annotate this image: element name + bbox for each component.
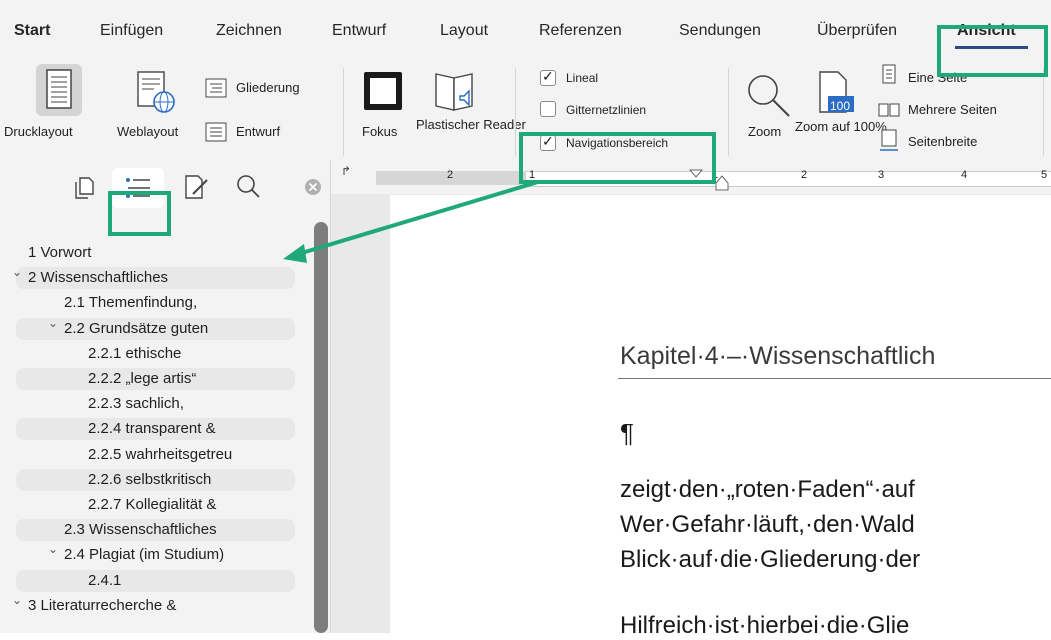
drucklayout-label: Drucklayout <box>4 124 73 139</box>
edit-icon[interactable] <box>183 174 209 200</box>
separator <box>515 68 516 156</box>
outline-item[interactable]: 2.2.2 „lege artis“ <box>88 368 196 390</box>
tab-entwurf[interactable]: Entwurf <box>332 22 386 40</box>
outline-item[interactable]: 2.2.7 Kollegialität & <box>88 494 216 516</box>
draft-view-icon[interactable] <box>205 122 227 142</box>
zoom-100-button[interactable]: Zoom auf 100% <box>795 119 887 134</box>
outline-item[interactable]: 2.2.5 wahrheitsgetreu <box>88 444 232 466</box>
drucklayout-button[interactable] <box>36 64 82 116</box>
hanging-indent-icon[interactable] <box>714 174 730 192</box>
tab-referenzen[interactable]: Referenzen <box>539 22 622 40</box>
plastischer-reader-button[interactable]: Plastischer Reader <box>416 117 526 132</box>
outline-view-icon[interactable] <box>205 78 227 98</box>
highlight-box-outline <box>108 191 171 236</box>
tab-einfuegen[interactable]: Einfügen <box>100 22 163 40</box>
outline-item[interactable]: 2.2.3 sachlich, <box>88 393 184 415</box>
tab-layout[interactable]: Layout <box>440 22 488 40</box>
outline-item[interactable]: 2.4.1 <box>88 570 121 592</box>
outline-item[interactable]: 2.2.6 selbstkritisch <box>88 469 211 491</box>
document-text-line[interactable]: zeigt·den·„roten·Faden“·auf <box>620 476 915 504</box>
outline-item[interactable]: 2 Wissenschaftliches <box>28 267 168 289</box>
outline-item[interactable]: 3 Literaturrecherche & <box>28 595 176 617</box>
ruler-tick: 5 <box>1041 169 1048 181</box>
tab-zeichnen[interactable]: Zeichnen <box>216 22 282 40</box>
separator <box>1043 68 1044 156</box>
zoom-100-icon-value: 100 <box>830 99 851 113</box>
document-text-line[interactable]: Blick·auf·die·Gliederung·der <box>620 546 920 574</box>
tab-sendungen[interactable]: Sendungen <box>679 22 761 40</box>
outline-list: 1 Vorwort ⌄ 2 Wissenschaftliches 2.1 Themen… <box>0 240 310 633</box>
outline-item[interactable]: 2.2.4 transparent & <box>88 418 216 440</box>
document-text-line[interactable]: Wer·Gefahr·läuft,·den·Wald <box>620 511 915 539</box>
immersive-reader-icon[interactable] <box>432 70 482 114</box>
tab-ueberpruefen[interactable]: Überprüfen <box>817 22 897 40</box>
weblayout-label: Weblayout <box>117 124 179 139</box>
mehrere-seiten-button[interactable]: Mehrere Seiten <box>908 102 997 117</box>
outline-row-highlight <box>16 569 295 592</box>
tab-start[interactable]: Start <box>14 22 50 40</box>
separator <box>343 68 344 156</box>
seitenbreite-button[interactable]: Seitenbreite <box>908 134 977 149</box>
chevron-down-icon[interactable]: ⌄ <box>12 593 22 607</box>
document-text-line[interactable]: Hilfreich·ist·hierbei·die·Glie <box>620 612 909 640</box>
gitternetzlinien-checkbox[interactable] <box>540 101 556 117</box>
gliederung-button[interactable]: Gliederung <box>236 80 300 95</box>
highlight-box-navigation-overlay <box>519 132 716 184</box>
pilcrow: ¶ <box>620 418 634 448</box>
tab-stop-icon[interactable]: ↱ <box>341 164 351 178</box>
lineal-label: Lineal <box>566 71 599 85</box>
search-icon[interactable] <box>236 174 262 200</box>
multiple-pages-icon[interactable] <box>878 102 900 118</box>
ruler-tick: 2 <box>801 169 808 181</box>
entwurf-button[interactable]: Entwurf <box>236 124 280 139</box>
chevron-down-icon[interactable]: ⌄ <box>48 316 58 330</box>
chevron-down-icon[interactable]: ⌄ <box>12 265 22 279</box>
gitternetzlinien-label: Gitternetzlinien <box>566 103 647 117</box>
focus-icon[interactable] <box>362 70 406 114</box>
navigation-pane: 1 Vorwort ⌄ 2 Wissenschaftliches 2.1 Themen… <box>0 160 331 633</box>
outline-item[interactable]: 2.1 Themenfindung, <box>64 292 197 314</box>
outline-item[interactable]: 2.2 Grundsätze guten <box>64 318 208 340</box>
outline-item[interactable]: 1 Vorwort <box>28 242 91 264</box>
one-page-icon[interactable] <box>880 64 898 84</box>
outline-item[interactable]: 2.2.1 ethische <box>88 343 181 365</box>
separator <box>728 68 729 156</box>
web-layout-icon[interactable] <box>134 70 184 114</box>
ruler-tick: 3 <box>878 169 885 181</box>
thumbnails-icon[interactable] <box>73 176 95 200</box>
lineal-checkbox[interactable] <box>540 68 556 86</box>
zoom-icon[interactable] <box>745 72 793 118</box>
zoom-button[interactable]: Zoom <box>748 124 781 139</box>
page-width-icon[interactable] <box>878 128 900 154</box>
outline-item[interactable]: 2.4 Plagiat (im Studium) <box>64 544 224 566</box>
outline-item[interactable]: 2.3 Wissenschaftliches <box>64 519 217 541</box>
highlight-box-ansicht <box>937 25 1048 77</box>
document-heading[interactable]: Kapitel·4·–·Wissenschaftlich <box>620 342 935 371</box>
print-layout-icon <box>46 69 72 109</box>
ruler-tick: 2 <box>447 169 454 181</box>
heading-underline <box>618 378 1051 379</box>
scrollbar[interactable] <box>314 222 328 633</box>
close-icon[interactable] <box>304 178 322 196</box>
chevron-down-icon[interactable]: ⌄ <box>48 542 58 556</box>
fokus-button[interactable]: Fokus <box>362 124 397 139</box>
ruler-tick: 4 <box>961 169 968 181</box>
